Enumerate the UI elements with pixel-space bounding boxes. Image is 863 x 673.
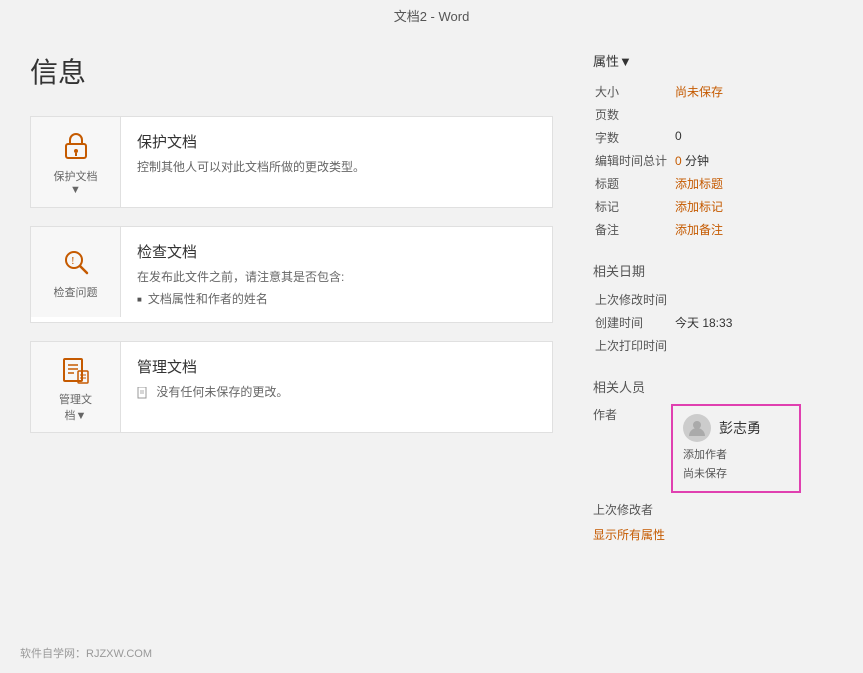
svg-text:!: ! [71, 255, 75, 267]
left-panel: 信息 保护文档▼ 保护文档 控制其他人可以对此文档所做的更改类型。 [30, 51, 553, 543]
last-modifier-label: 上次修改者 [593, 501, 663, 518]
inspect-icon-area[interactable]: ! 检查问题 [31, 227, 121, 317]
not-saved-label: 尚未保存 [683, 465, 789, 484]
doc-small-icon [137, 387, 149, 399]
right-panel: 属性▼ 大小 尚未保存 页数 字数 0 编辑时间总计 0 分钟 [593, 51, 833, 543]
prop-row-note: 备注 添加备注 [593, 218, 833, 241]
date-value-created: 今天 18:33 [673, 311, 833, 334]
inspect-icon: ! [58, 244, 94, 280]
protect-card: 保护文档▼ 保护文档 控制其他人可以对此文档所做的更改类型。 [30, 116, 553, 208]
protect-card-title: 保护文档 [137, 131, 365, 152]
prop-row-title: 标题 添加标题 [593, 172, 833, 195]
prop-value-pages [673, 103, 833, 126]
manage-card-desc: 没有任何未保存的更改。 [137, 383, 288, 401]
prop-value-words: 0 [673, 126, 833, 149]
inspect-card-body: 检查文档 在发布此文件之前，请注意其是否包含: 文档属性和作者的姓名 [121, 227, 360, 322]
user-icon [687, 418, 707, 438]
manage-card-body: 管理文档 没有任何未保存的更改。 [121, 342, 304, 415]
inspect-icon-label: 检查问题 [54, 284, 98, 300]
inspect-list-item: 文档属性和作者的姓名 [137, 290, 344, 308]
main-content: 信息 保护文档▼ 保护文档 控制其他人可以对此文档所做的更改类型。 [0, 31, 863, 563]
footer-text: 软件自学网：RJZXW.COM [20, 648, 152, 660]
related-dates-table: 上次修改时间 创建时间 今天 18:33 上次打印时间 [593, 288, 833, 357]
prop-value-note[interactable]: 添加备注 [673, 218, 833, 241]
prop-label-note: 备注 [593, 218, 673, 241]
manage-card-title: 管理文档 [137, 356, 288, 377]
author-name-row: 彭志勇 [683, 414, 789, 442]
author-info-box: 彭志勇 添加作者 尚未保存 [671, 404, 801, 493]
protect-icon-label: 保护文档▼ [54, 168, 98, 196]
date-label-created: 创建时间 [593, 311, 673, 334]
protect-card-body: 保护文档 控制其他人可以对此文档所做的更改类型。 [121, 117, 381, 190]
manage-icon-area[interactable]: 管理文档▼ [31, 342, 121, 432]
author-row: 作者 彭志勇 添加作者 尚未保存 [593, 404, 833, 493]
protect-icon-area[interactable]: 保护文档▼ [31, 117, 121, 207]
page-title: 信息 [30, 51, 553, 91]
prop-value-tag[interactable]: 添加标记 [673, 195, 833, 218]
prop-row-tag: 标记 添加标记 [593, 195, 833, 218]
prop-label-edittime: 编辑时间总计 [593, 149, 673, 172]
title-bar: 文档2 - Word [0, 0, 863, 31]
author-label: 作者 [593, 404, 663, 423]
properties-header[interactable]: 属性▼ [593, 51, 833, 70]
footer: 软件自学网：RJZXW.COM [20, 645, 152, 661]
manage-icon [58, 351, 94, 387]
prop-row-size: 大小 尚未保存 [593, 80, 833, 103]
date-row-printed: 上次打印时间 [593, 334, 833, 357]
prop-label-pages: 页数 [593, 103, 673, 126]
prop-row-words: 字数 0 [593, 126, 833, 149]
author-actions: 添加作者 尚未保存 [683, 446, 789, 483]
prop-label-title: 标题 [593, 172, 673, 195]
protect-card-desc: 控制其他人可以对此文档所做的更改类型。 [137, 158, 365, 176]
avatar [683, 414, 711, 442]
manage-icon-label: 管理文档▼ [59, 391, 92, 423]
date-label-printed: 上次打印时间 [593, 334, 673, 357]
related-people-section: 作者 彭志勇 添加作者 尚未保存 [593, 404, 833, 543]
title-bar-text: 文档2 - Word [394, 9, 470, 24]
lock-icon [58, 128, 94, 164]
properties-table: 大小 尚未保存 页数 字数 0 编辑时间总计 0 分钟 标题 添加标题 [593, 80, 833, 241]
author-name: 彭志勇 [719, 418, 761, 438]
prop-label-size: 大小 [593, 80, 673, 103]
show-all-properties-link[interactable]: 显示所有属性 [593, 526, 833, 543]
prop-value-title[interactable]: 添加标题 [673, 172, 833, 195]
inspect-card-title: 检查文档 [137, 241, 344, 262]
last-modifier-row: 上次修改者 [593, 501, 833, 518]
related-dates-header: 相关日期 [593, 261, 833, 280]
date-row-modified: 上次修改时间 [593, 288, 833, 311]
prop-row-edittime: 编辑时间总计 0 分钟 [593, 149, 833, 172]
prop-row-pages: 页数 [593, 103, 833, 126]
prop-label-tag: 标记 [593, 195, 673, 218]
inspect-card-desc: 在发布此文件之前，请注意其是否包含: 文档属性和作者的姓名 [137, 268, 344, 308]
add-author-link[interactable]: 添加作者 [683, 446, 789, 465]
date-label-modified: 上次修改时间 [593, 288, 673, 311]
related-people-header: 相关人员 [593, 377, 833, 396]
inspect-card: ! 检查问题 检查文档 在发布此文件之前，请注意其是否包含: 文档属性和作者的姓… [30, 226, 553, 323]
manage-card: 管理文档▼ 管理文档 没有任何未保存的更改。 [30, 341, 553, 433]
prop-label-words: 字数 [593, 126, 673, 149]
prop-value-edittime: 0 分钟 [673, 149, 833, 172]
date-value-printed [673, 334, 833, 357]
date-row-created: 创建时间 今天 18:33 [593, 311, 833, 334]
date-value-modified [673, 288, 833, 311]
prop-value-size: 尚未保存 [673, 80, 833, 103]
